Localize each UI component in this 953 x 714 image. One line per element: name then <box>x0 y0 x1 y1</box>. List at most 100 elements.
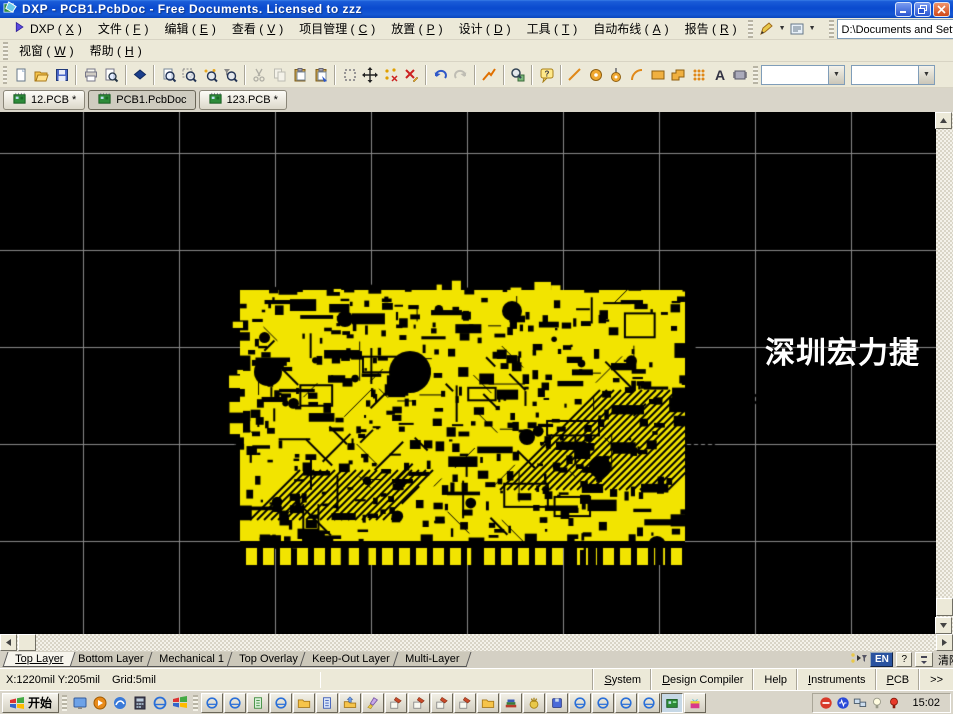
tray-wave-icon[interactable] <box>836 696 850 710</box>
taskbar-button-20-dxp[interactable] <box>661 693 683 713</box>
layer-tab-bottom-layer[interactable]: Bottom Layer <box>66 652 156 667</box>
scroll-up-button[interactable] <box>935 112 952 129</box>
toolbar-button-place-line[interactable] <box>565 64 586 86</box>
net-combobox-dropdown-icon[interactable]: ▼ <box>918 66 934 84</box>
net-combobox[interactable]: ▼ <box>851 65 935 85</box>
taskbar-button-16-ie[interactable] <box>569 693 591 713</box>
layer-combobox[interactable]: ▼ <box>761 65 845 85</box>
taskbar-button-18-ie[interactable] <box>615 693 637 713</box>
toolbar-button-save[interactable] <box>52 64 73 86</box>
taskbar-button-7-paint[interactable] <box>362 693 384 713</box>
toolbar-button-place-fill[interactable] <box>647 64 668 86</box>
toolbar-button-move[interactable] <box>360 64 381 86</box>
close-button[interactable] <box>933 2 950 17</box>
tray-network-icon[interactable] <box>853 696 867 710</box>
taskbar-button-21-gift[interactable] <box>684 693 706 713</box>
menu-item-row1-6[interactable]: 设计 (D) <box>451 18 519 39</box>
vertical-scrollbar[interactable] <box>936 112 953 634</box>
menu-item-row2-1[interactable]: 帮助 (H) <box>82 40 150 61</box>
quicklaunch-grip[interactable] <box>62 695 67 711</box>
restore-button[interactable] <box>914 2 931 17</box>
start-button[interactable]: 开始 <box>2 693 59 713</box>
quicklaunch-desktop-icon[interactable] <box>70 693 90 713</box>
panel-button-design-compiler[interactable]: Design Compiler <box>651 669 753 690</box>
toolbar-button-paste-special[interactable] <box>311 64 332 86</box>
quicklaunch-winflag-icon[interactable] <box>170 693 190 713</box>
toolbar-button-zoom-points[interactable] <box>199 64 220 86</box>
toolbar-button-place-arc[interactable] <box>627 64 648 86</box>
toolbar-button-clear-violations[interactable] <box>401 64 422 86</box>
menu-item-row1-7[interactable]: 工具 (T) <box>519 18 586 39</box>
tray-bulb-icon[interactable] <box>870 696 884 710</box>
clear-button[interactable]: 清除 <box>936 652 953 668</box>
toolbar-button-browse[interactable] <box>130 64 151 86</box>
utility-toolbar-grip[interactable] <box>748 20 753 38</box>
toolbar-button-find-similar[interactable] <box>508 64 529 86</box>
toolbar-grip2[interactable] <box>753 66 757 84</box>
mask-options-icon[interactable] <box>850 651 867 668</box>
taskbar-button-6-folder-open[interactable] <box>339 693 361 713</box>
tray-bulb-red-icon[interactable] <box>887 696 901 710</box>
toolbar-button-paste[interactable] <box>290 64 311 86</box>
report-dropdown-icon[interactable]: ▼ <box>809 25 816 32</box>
panel-button--[interactable]: >> <box>919 669 953 690</box>
toolbar-button-open[interactable] <box>31 64 52 86</box>
menu2-grip[interactable] <box>3 42 8 60</box>
taskbar-button-10-package[interactable] <box>431 693 453 713</box>
toolbar-button-redo[interactable] <box>450 64 471 86</box>
quicklaunch-msn-icon[interactable] <box>110 693 130 713</box>
tray-mute-icon[interactable] <box>819 696 833 710</box>
taskbar-button-13-books[interactable] <box>500 693 522 713</box>
toolbar-button-zoom-area[interactable] <box>179 64 200 86</box>
toolbar-button-wire[interactable] <box>479 64 500 86</box>
toolbar-button-print[interactable] <box>80 64 101 86</box>
panel-button-help[interactable]: Help <box>753 669 797 690</box>
pencil-tool-icon[interactable] <box>756 18 779 40</box>
toolbar-button-place-component[interactable] <box>730 64 751 86</box>
menu-item-row1-2[interactable]: 编辑 (E) <box>157 18 224 39</box>
horizontal-scrollbar[interactable] <box>0 634 953 651</box>
document-tab-1[interactable]: PCB1.PcbDoc <box>88 90 195 110</box>
toolbar-button-preview[interactable] <box>101 64 122 86</box>
layer-tab-top-overlay[interactable]: Top Overlay <box>226 652 310 667</box>
toolbar-button-place-text[interactable]: A <box>709 64 730 86</box>
language-help-button[interactable]: ? <box>896 652 912 667</box>
toolbar-button-place-pad[interactable] <box>585 64 606 86</box>
taskbar-button-2-doc-green[interactable] <box>247 693 269 713</box>
toolbar-button-zoom-doc[interactable] <box>158 64 179 86</box>
menu-item-row1-4[interactable]: 项目管理 (C) <box>291 18 383 39</box>
vertical-scroll-thumb[interactable] <box>936 598 953 616</box>
taskbar-button-4-folder[interactable] <box>293 693 315 713</box>
toolbar-button-new[interactable] <box>10 64 31 86</box>
taskbar-button-5-doc-blue[interactable] <box>316 693 338 713</box>
taskbar-button-15-disk-blue[interactable] <box>546 693 568 713</box>
address-combobox[interactable]: D:\Documents and Settings\midea\桌面 ▼ <box>837 19 953 39</box>
quicklaunch-wmp-icon[interactable] <box>90 693 110 713</box>
toolbar-button-zoom-filter[interactable] <box>220 64 241 86</box>
toolbar-button-help[interactable]: ? <box>536 64 557 86</box>
layer-tab-top-layer[interactable]: Top Layer <box>3 652 76 667</box>
toolbar-button-copy[interactable] <box>269 64 290 86</box>
document-tab-2[interactable]: 123.PCB * <box>199 90 287 110</box>
menu-item-row1-1[interactable]: 文件 (F) <box>90 18 157 39</box>
menu-item-row1-9[interactable]: 报告 (R) <box>677 18 745 39</box>
menu-item-row1-3[interactable]: 查看 (V) <box>224 18 291 39</box>
taskbar-button-1-ie[interactable] <box>224 693 246 713</box>
layer-tab-mechanical-1[interactable]: Mechanical 1 <box>146 652 236 667</box>
quicklaunch-ie-icon[interactable] <box>150 693 170 713</box>
taskbar-button-8-package[interactable] <box>385 693 407 713</box>
scroll-left-button[interactable] <box>0 634 17 651</box>
panel-button-instruments[interactable]: Instruments <box>797 669 875 690</box>
menu-item-row1-5[interactable]: 放置 (P) <box>383 18 450 39</box>
toolbar-button-place-via[interactable] <box>606 64 627 86</box>
toolbar-button-place-array[interactable] <box>689 64 710 86</box>
toolbar-button-break-track[interactable] <box>380 64 401 86</box>
menu-item-row1-8[interactable]: 自动布线 (A) <box>585 18 676 39</box>
address-grip[interactable] <box>829 20 834 38</box>
pcb-editor-canvas[interactable] <box>0 112 936 634</box>
quicklaunch-calc-icon[interactable] <box>130 693 150 713</box>
language-options-icon[interactable] <box>915 652 933 667</box>
horizontal-scroll-thumb[interactable] <box>18 634 36 651</box>
scroll-right-button[interactable] <box>936 634 953 651</box>
toolbar-button-select[interactable] <box>339 64 360 86</box>
